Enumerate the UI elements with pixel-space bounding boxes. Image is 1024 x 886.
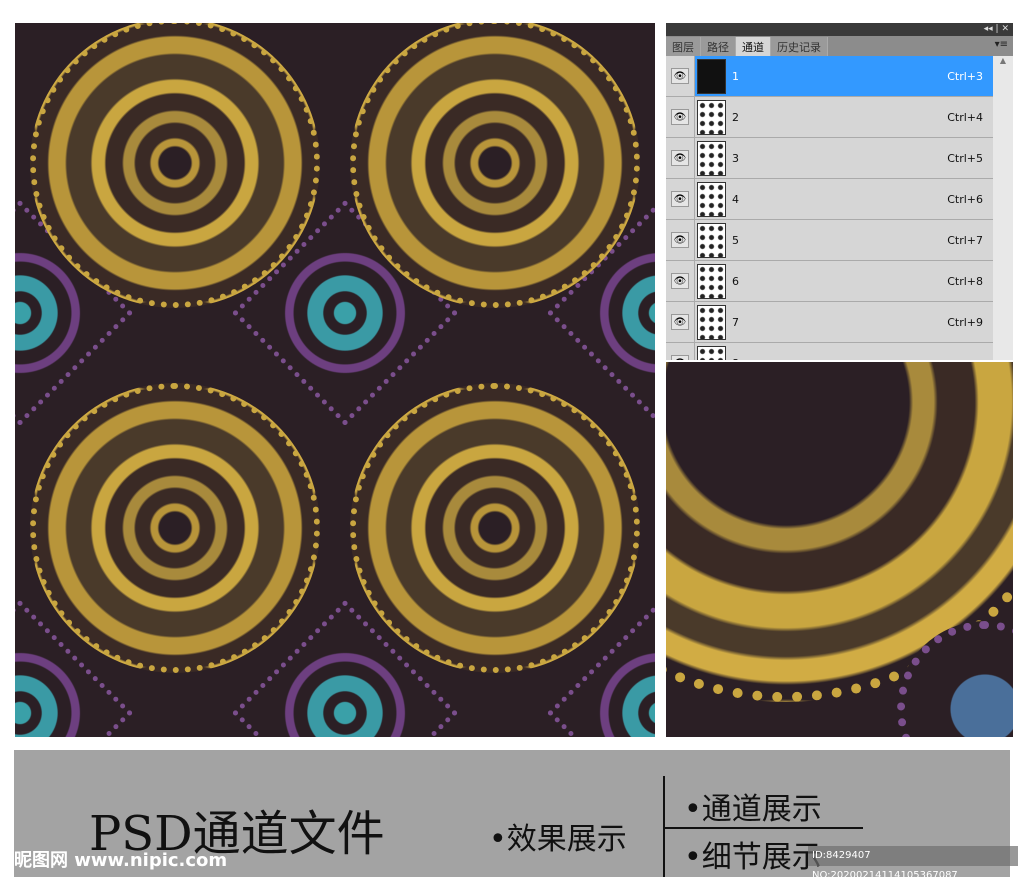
pattern-preview — [15, 23, 655, 737]
panel-menu-icon[interactable]: ▾≡ — [995, 39, 1008, 50]
eye-icon: 👁 — [671, 68, 689, 84]
channel-name: 3 — [732, 151, 739, 165]
medallion — [30, 23, 320, 308]
channel-name: 7 — [732, 315, 739, 329]
channel-shortcut: Ctrl+4 — [947, 110, 983, 124]
eye-icon: 👁 — [671, 109, 689, 125]
channel-row[interactable]: 👁 1 Ctrl+3 — [666, 56, 993, 97]
channel-thumbnail — [697, 345, 726, 360]
tab-channels[interactable]: 通道 — [736, 37, 771, 56]
tab-layers[interactable]: 图层 — [666, 37, 701, 56]
channel-row[interactable]: 👁 5 Ctrl+7 — [666, 220, 993, 261]
detail-preview — [666, 362, 1013, 737]
divider — [663, 827, 863, 829]
channel-thumbnail — [697, 99, 726, 135]
eye-icon: 👁 — [671, 314, 689, 330]
channel-row[interactable]: 👁 6 Ctrl+8 — [666, 261, 993, 302]
eye-icon: 👁 — [671, 273, 689, 289]
medallion — [350, 383, 640, 673]
visibility-toggle[interactable]: 👁 — [666, 179, 695, 219]
visibility-toggle[interactable]: 👁 — [666, 220, 695, 260]
channel-name: 2 — [732, 110, 739, 124]
channel-name: 4 — [732, 192, 739, 206]
channel-shortcut: Ctrl+8 — [947, 274, 983, 288]
channel-row[interactable]: 👁 2 Ctrl+4 — [666, 97, 993, 138]
channels-panel: ◂◂ | ✕ 图层 路径 通道 历史记录 ▾≡ 👁 1 Ctrl+3 👁 2 Ct… — [666, 23, 1013, 360]
channel-name: 1 — [732, 69, 739, 83]
panel-scrollbar[interactable]: ▲ — [993, 56, 1013, 360]
eye-icon: 👁 — [671, 232, 689, 248]
channel-name: 8 — [732, 357, 983, 361]
eye-icon: 👁 — [671, 355, 689, 360]
channel-thumbnail — [697, 304, 726, 340]
eye-icon: 👁 — [671, 150, 689, 166]
detail-label: •细节展示 — [684, 840, 822, 875]
visibility-toggle[interactable]: 👁 — [666, 343, 695, 360]
channel-thumbnail — [697, 181, 726, 217]
channel-row[interactable]: 👁 4 Ctrl+6 — [666, 179, 993, 220]
eye-icon: 👁 — [671, 191, 689, 207]
channel-thumbnail — [697, 58, 726, 94]
visibility-toggle[interactable]: 👁 — [666, 56, 695, 96]
tab-paths[interactable]: 路径 — [701, 37, 736, 56]
watermark-logo: 昵图网 www.nipic.com — [14, 850, 228, 871]
visibility-toggle[interactable]: 👁 — [666, 138, 695, 178]
channel-shortcut: Ctrl+9 — [947, 315, 983, 329]
channel-row[interactable]: 👁 3 Ctrl+5 — [666, 138, 993, 179]
tab-history[interactable]: 历史记录 — [771, 37, 828, 56]
medallion — [350, 23, 640, 308]
panel-collapse-close[interactable]: ◂◂ | ✕ — [666, 23, 1013, 36]
channel-thumbnail — [697, 140, 726, 176]
channel-row[interactable]: 👁 8 — [666, 343, 993, 360]
watermark-id: ID:8429407 NO:20200214114105367087 — [808, 846, 1018, 881]
visibility-toggle[interactable]: 👁 — [666, 302, 695, 342]
visibility-toggle[interactable]: 👁 — [666, 261, 695, 301]
channel-name: 5 — [732, 233, 739, 247]
channel-label: •通道展示 — [684, 792, 822, 827]
channel-shortcut: Ctrl+7 — [947, 233, 983, 247]
channel-name: 6 — [732, 274, 739, 288]
panel-tabs: 图层 路径 通道 历史记录 ▾≡ — [666, 36, 1013, 56]
channel-row[interactable]: 👁 7 Ctrl+9 — [666, 302, 993, 343]
visibility-toggle[interactable]: 👁 — [666, 97, 695, 137]
channel-shortcut: Ctrl+5 — [947, 151, 983, 165]
medallion — [30, 383, 320, 673]
channel-thumbnail — [697, 222, 726, 258]
channel-shortcut: Ctrl+6 — [947, 192, 983, 206]
effect-label: •效果展示 — [489, 822, 627, 857]
channel-thumbnail — [697, 263, 726, 299]
channel-shortcut: Ctrl+3 — [947, 69, 983, 83]
